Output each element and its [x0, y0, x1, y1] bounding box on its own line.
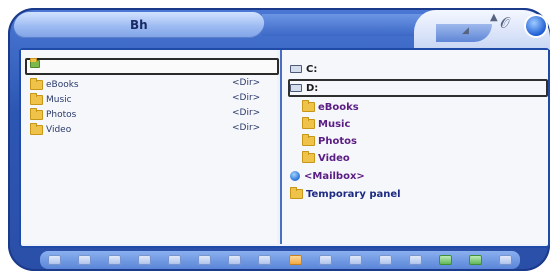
arrow-icon[interactable]: ◢	[462, 26, 469, 36]
tool-icon-10[interactable]	[318, 255, 332, 265]
folder-label: Video	[318, 152, 350, 164]
tool-icon-8[interactable]	[258, 255, 272, 265]
tree-folder-item[interactable]: eBooks	[302, 100, 359, 114]
tree-folder-item[interactable]: Video	[302, 151, 350, 165]
tree-folder-item[interactable]: Music	[302, 117, 350, 131]
tool-icon-16[interactable]	[498, 255, 512, 265]
tool-icon-11[interactable]	[348, 255, 362, 265]
tool-icon-2[interactable]	[78, 255, 92, 265]
tool-icon-13[interactable]	[408, 255, 422, 265]
right-pane-cursor-row[interactable]	[288, 79, 548, 97]
file-manager-window: Bh ◢ ▲ 𝒪 eBooks <Dir> Music <Dir> Photos…	[0, 0, 552, 279]
window-title: Bh	[130, 18, 148, 32]
file-type: <Dir>	[232, 123, 261, 133]
folder-icon	[302, 100, 315, 112]
folder-label: Photos	[318, 135, 357, 147]
mailbox-label: <Mailbox>	[304, 170, 365, 182]
temporary-panel-label: Temporary panel	[306, 188, 401, 200]
folder-label: eBooks	[318, 101, 359, 113]
drive-item[interactable]: D:	[290, 81, 318, 95]
folder-icon	[302, 134, 315, 146]
drive-icon	[290, 65, 302, 73]
file-name: eBooks	[46, 80, 79, 90]
triangle-icon[interactable]: ▲	[490, 12, 498, 23]
list-item[interactable]: Photos <Dir>	[30, 108, 270, 122]
temporary-panel-item[interactable]: Temporary panel	[290, 187, 401, 201]
file-type: <Dir>	[232, 108, 261, 118]
file-name: Photos	[46, 110, 77, 120]
drive-icon	[290, 84, 302, 92]
list-item[interactable]: eBooks <Dir>	[30, 78, 270, 92]
folder-icon	[30, 78, 43, 90]
menu-orb-button[interactable]	[526, 16, 546, 36]
folder-icon	[30, 123, 43, 135]
mailbox-item[interactable]: <Mailbox>	[290, 169, 365, 183]
file-name: Music	[46, 95, 72, 105]
list-item[interactable]: Music <Dir>	[30, 93, 270, 107]
paperclip-icon[interactable]: 𝒪	[500, 14, 509, 32]
up-folder-icon	[30, 58, 40, 68]
drive-label: D:	[306, 82, 319, 94]
tool-icon-4[interactable]	[138, 255, 152, 265]
list-item[interactable]: Video <Dir>	[30, 123, 270, 137]
drive-label: C:	[306, 63, 318, 75]
tool-icon-3[interactable]	[108, 255, 122, 265]
folder-icon	[302, 117, 315, 129]
tree-folder-item[interactable]: Photos	[302, 134, 357, 148]
tool-icon-12[interactable]	[378, 255, 392, 265]
folder-icon	[30, 108, 43, 120]
mailbox-icon	[290, 171, 300, 181]
file-type: <Dir>	[232, 78, 261, 88]
tool-icon-15[interactable]	[468, 255, 482, 265]
drive-item[interactable]: C:	[290, 62, 317, 76]
folder-label: Music	[318, 118, 351, 130]
tool-icon-1[interactable]	[48, 255, 61, 265]
file-name: Video	[46, 125, 72, 135]
bottom-toolbar	[40, 251, 520, 269]
tool-icon-5[interactable]	[168, 255, 182, 265]
tool-icon-9[interactable]	[288, 255, 302, 265]
folder-icon	[290, 187, 303, 199]
left-pane-cursor-row[interactable]	[25, 58, 279, 75]
folder-icon	[30, 93, 43, 105]
title-bar-strip	[262, 14, 430, 36]
tool-icon-14[interactable]	[438, 255, 452, 265]
folder-icon	[302, 151, 315, 163]
file-type: <Dir>	[232, 93, 261, 103]
tool-icon-7[interactable]	[228, 255, 242, 265]
title-tab: Bh	[12, 12, 266, 38]
tool-icon-6[interactable]	[198, 255, 212, 265]
